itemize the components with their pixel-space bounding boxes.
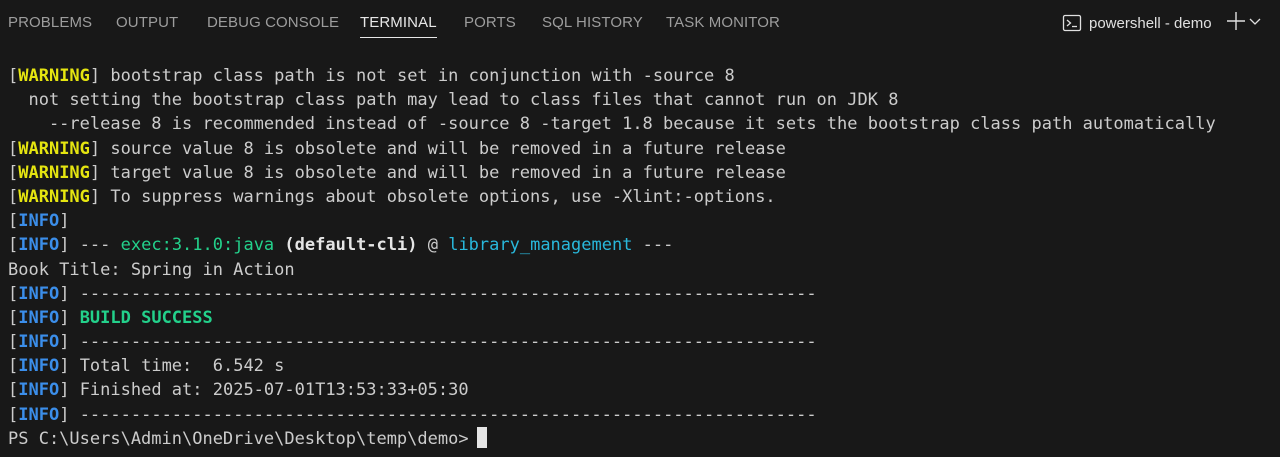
new-terminal-button[interactable] — [1226, 9, 1246, 33]
terminal-line: --release 8 is recommended instead of -s… — [8, 114, 1216, 135]
info-tag: INFO — [18, 356, 60, 377]
terminal-line: Book Title: Spring in Action — [8, 259, 295, 280]
panel-tab-bar: PROBLEMS OUTPUT DEBUG CONSOLE TERMINAL P… — [0, 0, 1280, 46]
terminal-line: [INFO] ---------------------------------… — [8, 404, 817, 425]
terminal-line: not setting the bootstrap class path may… — [8, 90, 899, 111]
terminal-icon — [1062, 14, 1082, 32]
warning-tag: WARNING — [18, 162, 90, 183]
info-tag: INFO — [18, 380, 60, 401]
prompt-line[interactable]: PS C:\Users\Admin\OneDrive\Desktop\temp\… — [8, 426, 1280, 451]
terminal-line: [INFO] --- exec:3.1.0:java (default-cli)… — [8, 235, 674, 256]
tab-sql-history[interactable]: SQL HISTORY — [542, 14, 643, 32]
terminal-line: [INFO] ---------------------------------… — [8, 283, 817, 304]
tab-problems[interactable]: PROBLEMS — [8, 14, 92, 32]
plus-icon — [1227, 12, 1245, 30]
info-tag: INFO — [18, 211, 60, 232]
terminal-line: [INFO] — [8, 211, 70, 232]
tab-task-monitor[interactable]: TASK MONITOR — [666, 14, 780, 32]
terminal-output[interactable]: [WARNING] bootstrap class path is not se… — [0, 46, 1280, 457]
shell-prompt: PS C:\Users\Admin\OneDrive\Desktop\temp\… — [8, 428, 469, 449]
warning-tag: WARNING — [18, 66, 90, 86]
info-tag: INFO — [18, 332, 60, 353]
terminal-line: [INFO] BUILD SUCCESS — [8, 307, 213, 328]
terminal-line: [WARNING] bootstrap class path is not se… — [8, 66, 735, 86]
tab-ports[interactable]: PORTS — [464, 14, 516, 32]
terminal-selector[interactable]: powershell - demo — [1062, 11, 1212, 35]
info-tag: INFO — [18, 404, 60, 425]
chevron-down-icon — [1249, 18, 1261, 25]
maven-artifact: library_management — [448, 235, 633, 256]
maven-goal: exec:3.1.0:java — [120, 235, 275, 256]
terminal-line: [WARNING] source value 8 is obsolete and… — [8, 138, 786, 159]
info-tag: INFO — [18, 307, 60, 328]
tab-output[interactable]: OUTPUT — [116, 14, 178, 32]
tab-terminal[interactable]: TERMINAL — [360, 14, 437, 38]
info-tag: INFO — [18, 235, 60, 256]
terminal-line: [WARNING] target value 8 is obsolete and… — [8, 162, 786, 183]
text-cursor — [476, 426, 487, 448]
build-status: BUILD SUCCESS — [79, 307, 213, 328]
warning-tag: WARNING — [18, 186, 90, 207]
terminal-line: [INFO] Finished at: 2025-07-01T13:53:33+… — [8, 380, 469, 401]
terminal-line: [WARNING] To suppress warnings about obs… — [8, 186, 776, 207]
tab-debug-console[interactable]: DEBUG CONSOLE — [207, 14, 339, 32]
terminal-title: powershell - demo — [1089, 14, 1212, 32]
terminal-line: [INFO] Total time: 6.542 s — [8, 356, 285, 377]
info-tag: INFO — [18, 283, 60, 304]
warning-tag: WARNING — [18, 138, 90, 159]
terminal-profile-dropdown[interactable] — [1248, 14, 1262, 28]
maven-execution-id: (default-cli) — [284, 235, 418, 256]
terminal-line: [INFO] ---------------------------------… — [8, 332, 817, 353]
